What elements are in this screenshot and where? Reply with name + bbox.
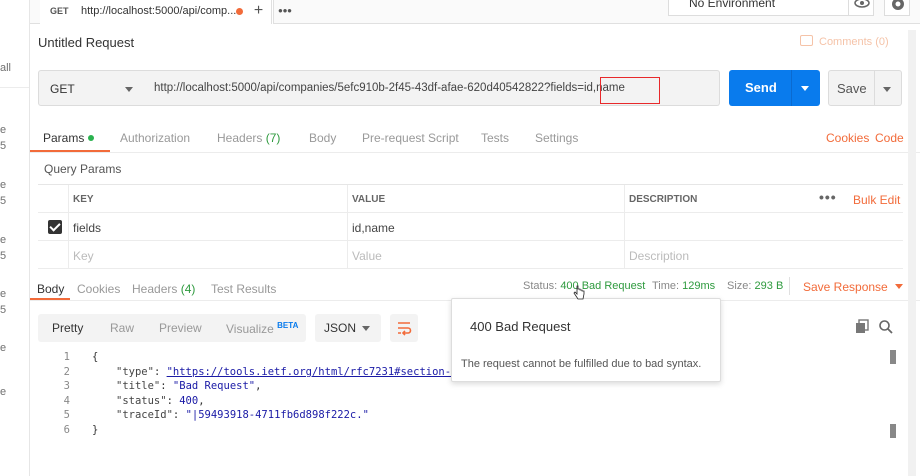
chevron-down-icon <box>362 326 370 331</box>
table-header-row: KEY VALUE DESCRIPTION ••• Bulk Edit <box>38 185 903 213</box>
chevron-down-icon[interactable] <box>801 86 809 91</box>
response-tab-headers[interactable]: Headers (4) <box>132 282 195 296</box>
eye-icon[interactable] <box>848 0 874 16</box>
tab-bar: GET http://localhost:5000/api/comp... + … <box>30 0 920 24</box>
chevron-down-icon <box>125 87 133 92</box>
environment-label: No Environment <box>689 0 776 10</box>
value-input[interactable]: Value <box>352 249 382 263</box>
format-label: JSON <box>324 321 357 335</box>
format-select[interactable]: JSON <box>315 314 381 342</box>
tab-url: http://localhost:5000/api/comp... <box>81 5 237 17</box>
mode-pretty[interactable]: Pretty <box>52 321 83 335</box>
gear-icon[interactable] <box>884 0 910 16</box>
comments-button[interactable]: Comments (0) <box>800 35 889 48</box>
search-icon[interactable] <box>878 319 894 338</box>
tab-authorization[interactable]: Authorization <box>120 131 190 145</box>
wrap-lines-button[interactable] <box>390 314 418 342</box>
description-input[interactable]: Description <box>629 249 689 263</box>
hand-cursor-icon <box>573 285 585 304</box>
response-body[interactable]: 1 2 3 4 5 6 { "type": "https://tools.iet… <box>0 351 890 441</box>
chevron-down-icon <box>895 284 904 289</box>
tooltip-title: 400 Bad Request <box>470 319 571 334</box>
status-tooltip: 400 Bad Request The request cannot be fu… <box>451 298 721 382</box>
bulk-edit-link[interactable]: Bulk Edit <box>853 193 900 207</box>
param-key[interactable]: fields <box>73 221 101 235</box>
tab-body[interactable]: Body <box>309 131 336 145</box>
column-header-value: VALUE <box>352 194 386 205</box>
highlight-box <box>600 77 660 104</box>
copy-icon[interactable] <box>854 319 870 338</box>
sidebar-fragment[interactable]: 5 <box>0 304 6 316</box>
scrollbar[interactable] <box>890 350 896 364</box>
view-mode-tabs: Pretty Raw Preview Visualize BETA <box>38 314 306 342</box>
request-title[interactable]: Untitled Request <box>38 35 134 50</box>
response-tab-cookies[interactable]: Cookies <box>77 282 120 296</box>
environment-select[interactable]: No Environment <box>668 0 868 16</box>
unsaved-dot-icon <box>236 8 243 15</box>
tooltip-text: The request cannot be fulfilled due to b… <box>461 358 702 370</box>
mode-raw[interactable]: Raw <box>110 321 134 335</box>
sidebar-fragment[interactable]: e <box>0 288 6 300</box>
tab-tests[interactable]: Tests <box>481 131 509 145</box>
table-row-new: Key Value Description <box>38 241 903 269</box>
tab-headers[interactable]: Headers (7) <box>217 131 280 145</box>
new-tab-button[interactable]: + <box>246 0 272 24</box>
cookies-link[interactable]: Cookies <box>826 131 869 145</box>
page-scrollbar[interactable] <box>908 30 916 476</box>
sidebar-fragment[interactable]: e <box>0 124 6 136</box>
param-value[interactable]: id,name <box>352 221 395 235</box>
scrollbar[interactable] <box>890 424 896 438</box>
save-label: Save <box>837 81 867 96</box>
url-text: http://localhost:5000/api/companies/5efc… <box>154 82 625 94</box>
tab-settings[interactable]: Settings <box>535 131 578 145</box>
params-dot-icon <box>88 135 95 141</box>
column-header-key: KEY <box>73 194 94 205</box>
param-checkbox[interactable] <box>48 220 62 234</box>
chevron-down-icon[interactable] <box>883 87 891 92</box>
query-params-title: Query Params <box>44 162 122 176</box>
params-table: KEY VALUE DESCRIPTION ••• Bulk Edit fiel… <box>38 184 903 269</box>
wrap-icon <box>398 322 412 336</box>
size-info[interactable]: Size: 293 B <box>727 280 783 292</box>
send-button[interactable]: Send <box>729 70 820 106</box>
time-info[interactable]: Time: 129ms <box>652 280 715 292</box>
more-options-icon[interactable]: ••• <box>819 189 837 205</box>
column-header-description: DESCRIPTION <box>629 194 698 205</box>
tab-prerequest-script[interactable]: Pre-request Script <box>362 131 459 145</box>
save-response-button[interactable]: Save Response <box>803 280 904 294</box>
postman-window: all e 5 e 5 e 5 e 5 e e GET http://local… <box>0 0 920 476</box>
sidebar-fragment[interactable]: all <box>0 62 11 74</box>
code-link[interactable]: Code <box>875 131 904 145</box>
request-tab[interactable]: GET http://localhost:5000/api/comp... <box>40 0 274 24</box>
more-tabs-button[interactable]: ••• <box>272 0 298 24</box>
sidebar-fragment[interactable]: 5 <box>0 195 6 207</box>
sidebar-fragment[interactable]: 5 <box>0 140 6 152</box>
tab-params[interactable]: Params <box>43 131 95 145</box>
key-input[interactable]: Key <box>73 249 94 263</box>
response-tab-test-results[interactable]: Test Results <box>211 282 276 296</box>
table-row: fields id,name <box>38 213 903 241</box>
mode-visualize[interactable]: Visualize BETA <box>226 321 298 336</box>
tab-method: GET <box>50 6 69 16</box>
method-select[interactable]: GET <box>38 70 145 106</box>
comments-label: Comments (0) <box>819 36 889 48</box>
sidebar-fragment[interactable]: e <box>0 179 6 191</box>
send-label: Send <box>745 80 777 95</box>
response-tab-body[interactable]: Body <box>37 282 64 296</box>
save-button[interactable]: Save <box>828 70 902 106</box>
sidebar-fragment[interactable]: 5 <box>0 250 6 262</box>
sidebar-fragment[interactable]: e <box>0 234 6 246</box>
method-label: GET <box>50 82 75 96</box>
comment-icon <box>800 35 813 46</box>
param-description[interactable] <box>624 213 903 241</box>
mode-preview[interactable]: Preview <box>159 321 202 335</box>
